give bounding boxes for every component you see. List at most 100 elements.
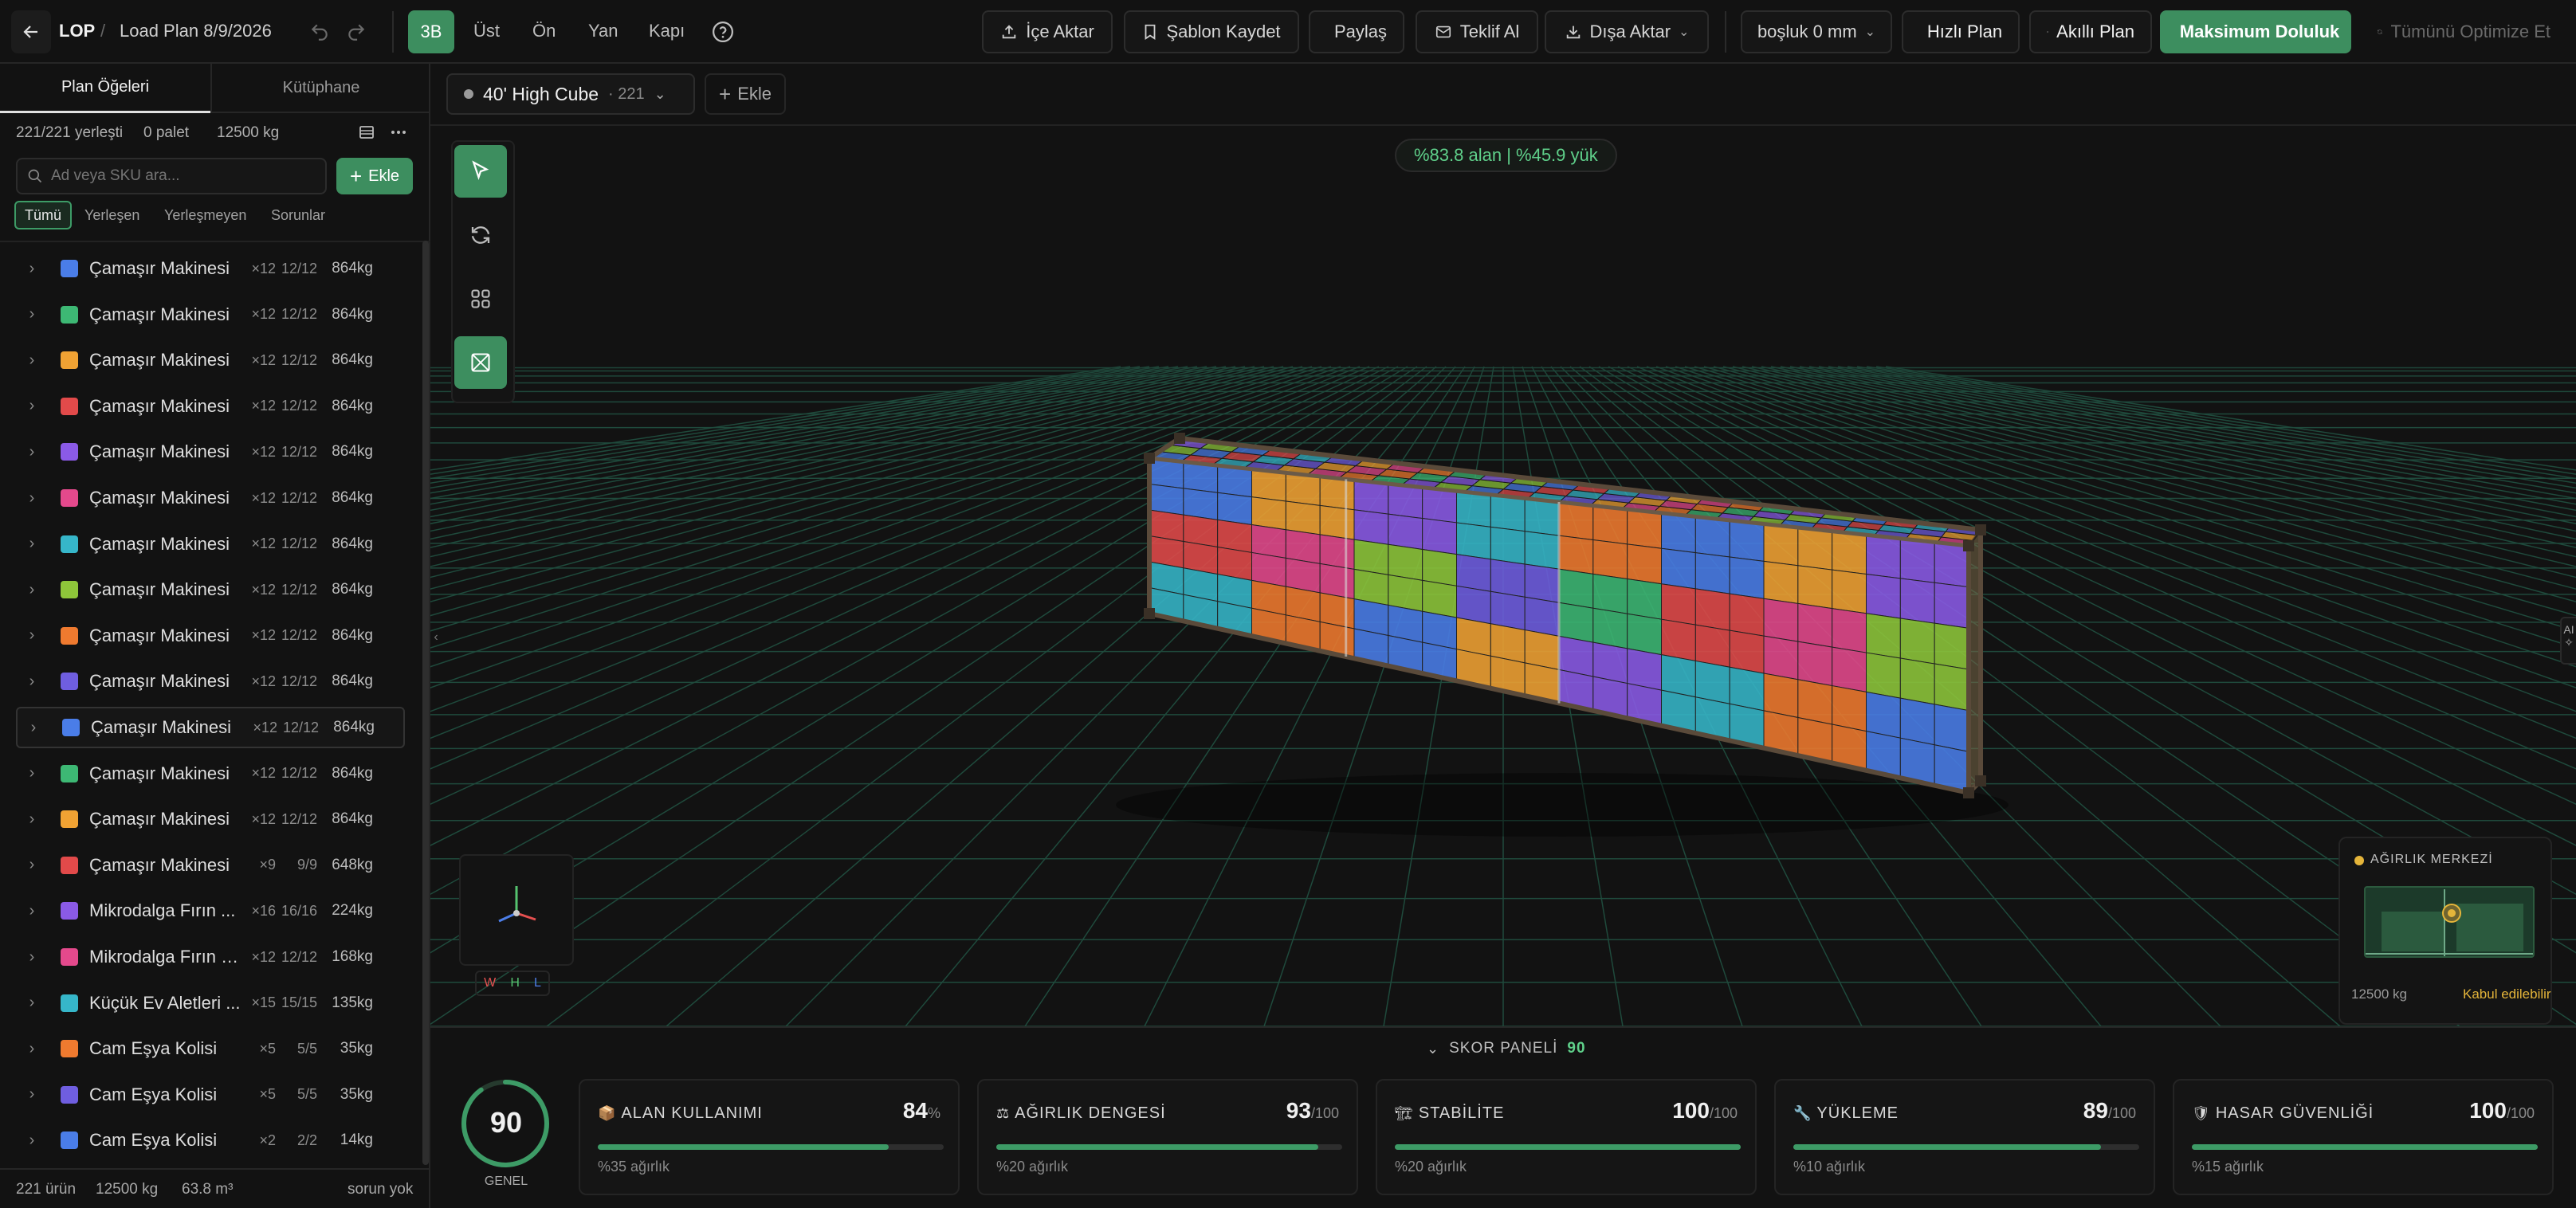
item-weight: 35kg [340,1040,373,1057]
chevron-right-icon[interactable]: › [16,948,48,967]
list-item[interactable]: › Çamaşır Makinesi ×12 12/12 864kg [16,661,405,702]
chevron-right-icon[interactable]: › [16,856,48,874]
help-icon[interactable] [711,20,735,48]
filter-all[interactable]: Tümü [14,201,72,229]
share-button[interactable]: Paylaş [1309,10,1404,53]
item-weight: 864kg [332,673,373,690]
search-input[interactable] [51,167,314,185]
filter-placed[interactable]: Yerleşen [84,207,139,224]
smart-plan-button[interactable]: Akıllı Plan [2029,10,2152,53]
quote-button[interactable]: Teklif Al [1416,10,1538,53]
ai-assistant-tab[interactable]: AI ✧ [2560,617,2576,665]
list-item[interactable]: › Çamaşır Makinesi ×12 12/12 864kg [16,386,405,427]
item-placed: 5/5 [296,1086,317,1103]
filter-unplaced[interactable]: Yerleşmeyen [164,207,246,224]
undo-icon[interactable] [309,22,330,46]
item-placed: 12/12 [281,948,317,965]
score-card[interactable]: 📦 ALAN KULLANIMI 84% %35 ağırlık [579,1079,960,1195]
list-item[interactable]: › Küçük Ev Aletleri ... ×15 15/15 135kg [16,982,405,1024]
chevron-right-icon[interactable]: › [16,902,48,920]
footer-issues: sorun yok [348,1181,414,1198]
chevron-right-icon[interactable]: › [16,535,48,553]
item-color-swatch [61,443,78,461]
list-item[interactable]: › Mikrodalga Fırın ... ×16 16/16 224kg [16,890,405,931]
chevron-right-icon[interactable]: › [16,764,48,782]
score-card[interactable]: 🛡 HASAR GÜVENLİĞİ 100/100 %15 ağırlık [2173,1079,2554,1195]
item-placed: 15/15 [281,994,317,1011]
list-item[interactable]: › Çamaşır Makinesi ×12 12/12 864kg [16,477,405,519]
score-panel-toggle[interactable]: ⌄ SKOR PANELİ 90 [1427,1036,1586,1061]
list-item[interactable]: › Çamaşır Makinesi ×12 12/12 864kg [16,707,405,748]
view-door-button[interactable]: Kapı [649,21,685,41]
list-item[interactable]: › Cam Eşya Kolisi ×5 5/5 35kg [16,1074,405,1116]
chevron-right-icon[interactable]: › [16,397,48,415]
export-button[interactable]: Dışa Aktar ⌄ [1545,10,1709,53]
chevron-right-icon[interactable]: › [16,260,48,278]
list-item[interactable]: › Cam Eşya Kolisi ×5 5/5 35kg [16,1028,405,1069]
plan-title[interactable]: Load Plan 8/9/2026 [120,21,272,41]
placed-stat: 221/221 yerleşti [16,124,124,141]
gap-select[interactable]: boşluk 0 mm ⌄ [1741,10,1892,53]
view-top-button[interactable]: Üst [473,21,500,41]
score-card[interactable]: ⚖ AĞIRLIK DENGESİ 93/100 %20 ağırlık [977,1079,1358,1195]
import-button[interactable]: İçe Aktar [982,10,1113,53]
list-item[interactable]: › Çamaşır Makinesi ×12 12/12 864kg [16,798,405,840]
center-of-gravity-panel[interactable]: AĞIRLIK MERKEZİ 12500 kg Kabul edilebili… [2338,837,2552,1025]
cog-marker [2442,904,2461,923]
score-card-title: STABİLİTE [1418,1104,1505,1122]
list-item[interactable]: › Çamaşır Makinesi ×12 12/12 864kg [16,569,405,610]
list-item[interactable]: › Çamaşır Makinesi ×12 12/12 864kg [16,248,405,289]
list-item[interactable]: › Çamaşır Makinesi ×12 12/12 864kg [16,294,405,335]
list-item[interactable]: › Çamaşır Makinesi ×12 12/12 864kg [16,431,405,473]
chevron-right-icon[interactable]: › [16,305,48,324]
chevron-right-icon[interactable]: › [16,489,48,508]
more-icon[interactable] [389,123,408,146]
refresh-icon [2377,29,2382,34]
chevron-right-icon[interactable]: › [16,673,48,691]
score-card-value: 84% [902,1098,940,1123]
list-scrollbar[interactable] [422,241,429,1165]
chevron-right-icon[interactable]: › [16,1132,48,1150]
chevron-right-icon[interactable]: › [16,443,48,461]
chevron-right-icon[interactable]: › [16,626,48,645]
chevron-right-icon[interactable]: › [16,1085,48,1104]
save-template-button[interactable]: Şablon Kaydet [1124,10,1299,53]
quick-plan-button[interactable]: Hızlı Plan [1902,10,2020,53]
chevron-right-icon[interactable]: › [16,581,48,599]
chevron-right-icon[interactable]: › [18,719,49,737]
score-card-bar [598,1144,944,1150]
list-item[interactable]: › Çamaşır Makinesi ×12 12/12 864kg [16,524,405,565]
chevron-right-icon[interactable]: › [16,1040,48,1058]
item-weight: 864kg [332,810,373,828]
3d-viewport[interactable]: 40' High Cube · 221 ⌄ + Ekle %83.8 alan |… [430,64,2576,1026]
max-fill-button[interactable]: Maksimum Doluluk [2160,10,2351,53]
back-button[interactable] [11,10,51,53]
list-item[interactable]: › Çamaşır Makinesi ×12 12/12 864kg [16,339,405,381]
cog-dot-icon [2354,856,2364,865]
score-card[interactable]: 🔧 YÜKLEME 89/100 %10 ağırlık [1774,1079,2155,1195]
list-item[interactable]: › Çamaşır Makinesi ×12 12/12 864kg [16,753,405,794]
view-side-button[interactable]: Yan [588,21,618,41]
search-box[interactable] [16,158,327,194]
chevron-down-icon: ⌄ [1427,1040,1440,1057]
chevron-right-icon[interactable]: › [16,351,48,370]
list-item[interactable]: › Çamaşır Makinesi ×12 12/12 864kg [16,615,405,657]
view-3d-button[interactable]: 3B [408,10,454,53]
list-item[interactable]: › Cam Eşya Kolisi ×2 2/2 14kg [16,1120,405,1161]
redo-icon[interactable] [346,22,367,46]
table-view-icon[interactable] [357,123,376,146]
score-card[interactable]: 🏗 STABİLİTE 100/100 %20 ağırlık [1376,1079,1757,1195]
item-placed: 12/12 [282,719,319,735]
optimize-all-button[interactable]: Tümünü Optimize Et [2361,10,2566,53]
item-qty: ×12 [251,489,276,506]
score-card-icon: 📦 [598,1105,617,1121]
list-item[interactable]: › Çamaşır Makinesi ×9 9/9 648kg [16,845,405,886]
chevron-right-icon[interactable]: › [16,810,48,829]
view-front-button[interactable]: Ön [532,21,556,41]
add-item-button[interactable]: + Ekle [336,158,413,194]
list-item[interactable]: › Mikrodalga Fırın K... ×12 12/12 168kg [16,936,405,978]
tab-plan-items[interactable]: Plan Öğeleri [0,64,210,113]
chevron-right-icon[interactable]: › [16,994,48,1012]
tab-library[interactable]: Kütüphane [210,64,430,113]
filter-issues[interactable]: Sorunlar [271,207,325,224]
